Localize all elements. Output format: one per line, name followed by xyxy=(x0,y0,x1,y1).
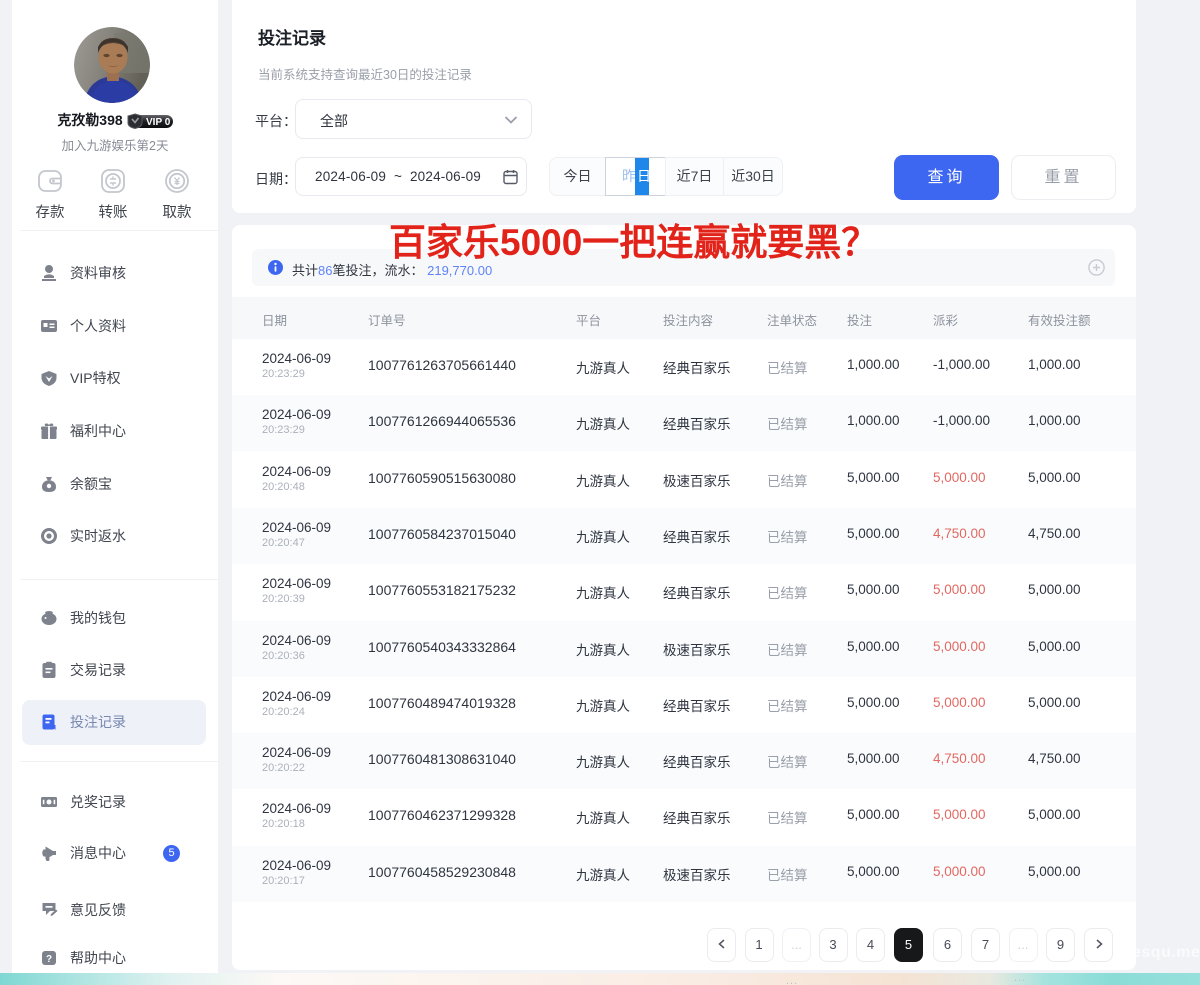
svg-text:?: ? xyxy=(46,954,52,965)
svg-text:VIP 0: VIP 0 xyxy=(146,117,171,128)
